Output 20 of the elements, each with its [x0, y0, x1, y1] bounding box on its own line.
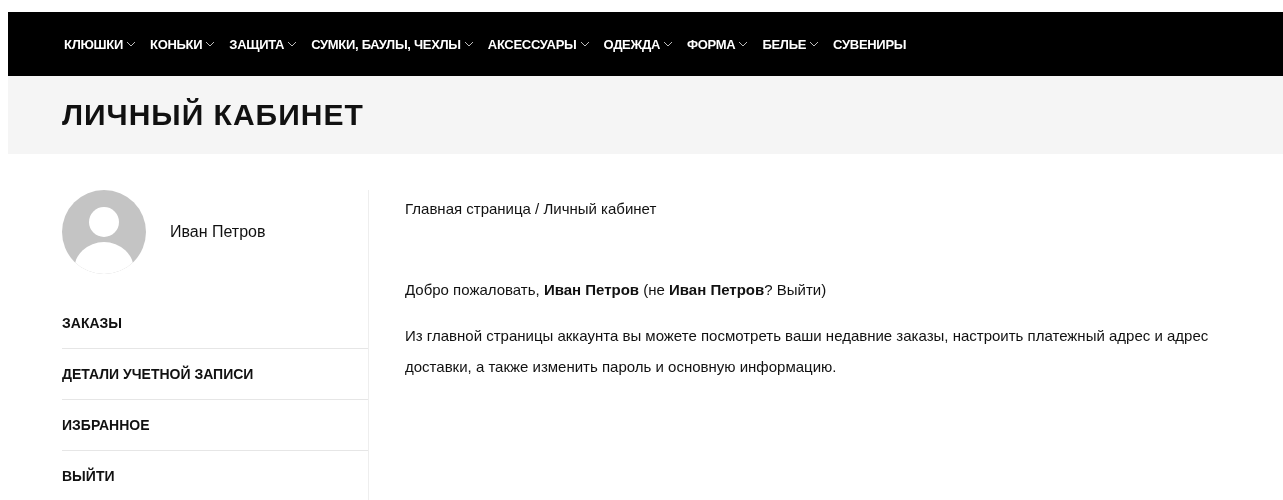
account-menu-item[interactable]: ДЕТАЛИ УЧЕТНОЙ ЗАПИСИ: [62, 366, 254, 382]
welcome-text: Добро пожаловать, Иван Петров (не Иван Петров? Выйти): [405, 281, 828, 298]
avatar-icon: [62, 190, 146, 274]
nav-link[interactable]: СУВЕНИРЫ: [833, 36, 907, 52]
user-name: Иван Петров: [170, 223, 266, 241]
account-menu-item[interactable]: ИЗБРАННОЕ: [62, 417, 150, 433]
account-menu-item[interactable]: ЗАКАЗЫ: [62, 315, 122, 331]
nav-link[interactable]: КЛЮШКИ: [64, 36, 136, 52]
account-menu-item[interactable]: ВЫЙТИ: [62, 468, 115, 484]
breadcrumb: Главная страница / Личный кабинет: [405, 200, 658, 217]
page-title: ЛИЧНЫЙ КАБИНЕТ: [62, 98, 364, 132]
logout-link[interactable]: Выйти: [776, 281, 822, 298]
nav-link[interactable]: ЗАЩИТА: [229, 36, 298, 52]
nav-link[interactable]: АКСЕССУАРЫ: [487, 36, 590, 52]
nav-link[interactable]: БЕЛЬЕ: [762, 36, 820, 52]
nav-link[interactable]: ФОРМА: [687, 36, 749, 52]
nav-link[interactable]: СУМКИ, БАУЛЫ, ЧЕХЛЫ: [311, 36, 474, 52]
nav-link[interactable]: ОДЕЖДА: [603, 36, 673, 52]
nav-link[interactable]: КОНЬКИ: [150, 36, 216, 52]
intro-text: Из главной страницы аккаунта вы можете посмотреть ваши недавние заказы, настроить платежный адрес и адрес доставки, а также изменить пароль и основную информацию.: [405, 326, 1210, 377]
